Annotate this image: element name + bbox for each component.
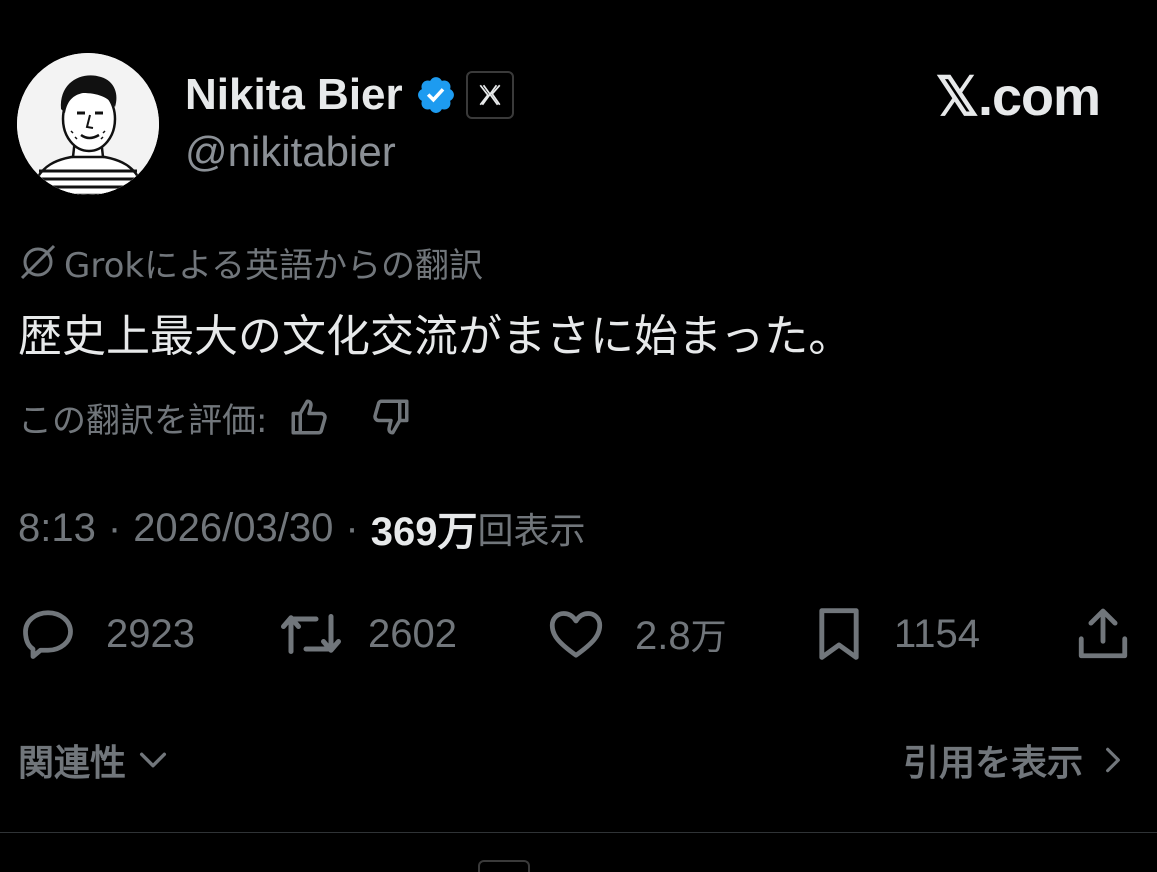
chevron-down-icon [139, 752, 167, 768]
reply-count: 2923 [106, 611, 195, 656]
rate-translation-row: この翻訳を評価: [18, 392, 413, 442]
heart-icon [549, 611, 603, 658]
reply-button[interactable]: 2923 [18, 600, 195, 668]
author-display-name[interactable]: Nikita Bier [185, 70, 403, 120]
thumbs-down-icon[interactable] [369, 395, 413, 439]
grok-icon [20, 244, 56, 280]
brand-text: 𝕏.com [935, 66, 1101, 127]
view-quotes-button[interactable]: 引用を表示 [903, 732, 1129, 788]
repost-button[interactable]: 2602 [278, 600, 457, 668]
chevron-right-icon [1106, 747, 1120, 773]
verified-badge-icon[interactable] [415, 74, 457, 116]
bookmark-count: 1154 [894, 611, 981, 656]
related-sort-button[interactable]: 関連性 [18, 732, 170, 788]
like-count-number: 2.8 [635, 614, 691, 658]
brand-watermark: 𝕏.com [935, 66, 1101, 127]
tweet-meta: 8:13 · 2026/03/30 · 369万 回表示 [18, 500, 585, 556]
action-bar: 2923 2602 2.8万 1154 [0, 600, 1157, 668]
avatar-illustration [17, 53, 159, 195]
affiliation-badge[interactable] [465, 71, 514, 119]
next-item-edge [478, 860, 530, 872]
related-label: 関連性 [18, 743, 127, 784]
divider [0, 832, 1157, 833]
translation-attribution: Grokによる英語からの翻訳 [18, 240, 484, 286]
rate-translation-label: この翻訳を評価: [18, 400, 268, 441]
reply-icon [23, 610, 73, 659]
author-name-row: Nikita Bier [185, 66, 514, 124]
author-handle[interactable]: @nikitabier [185, 128, 396, 176]
avatar[interactable] [17, 53, 159, 195]
share-icon [1078, 608, 1128, 659]
views-label: 回表示 [477, 511, 586, 552]
translation-label: Grokによる英語からの翻訳 [64, 245, 484, 286]
repost-count: 2602 [368, 611, 457, 656]
views-count[interactable]: 369万 [371, 499, 478, 557]
tweet-text: 歴史上最大の文化交流がまさに始まった。 [18, 311, 853, 362]
thumbs-up-icon[interactable] [287, 395, 331, 439]
bookmark-button[interactable]: 1154 [812, 600, 980, 668]
tweet-date[interactable]: 2026/03/30 [133, 506, 333, 551]
meta-separator: · [107, 505, 122, 550]
like-count: 2.8万 [635, 608, 727, 660]
x-logo-icon [479, 84, 501, 106]
bookmark-icon [819, 608, 859, 660]
tweet-time[interactable]: 8:13 [18, 506, 96, 551]
share-button[interactable] [1074, 600, 1132, 668]
view-quotes-label: 引用を表示 [902, 743, 1083, 784]
like-count-unit: 万 [690, 617, 727, 658]
meta-separator: · [345, 505, 359, 550]
like-button[interactable]: 2.8万 [545, 600, 727, 668]
repost-icon [281, 614, 341, 654]
